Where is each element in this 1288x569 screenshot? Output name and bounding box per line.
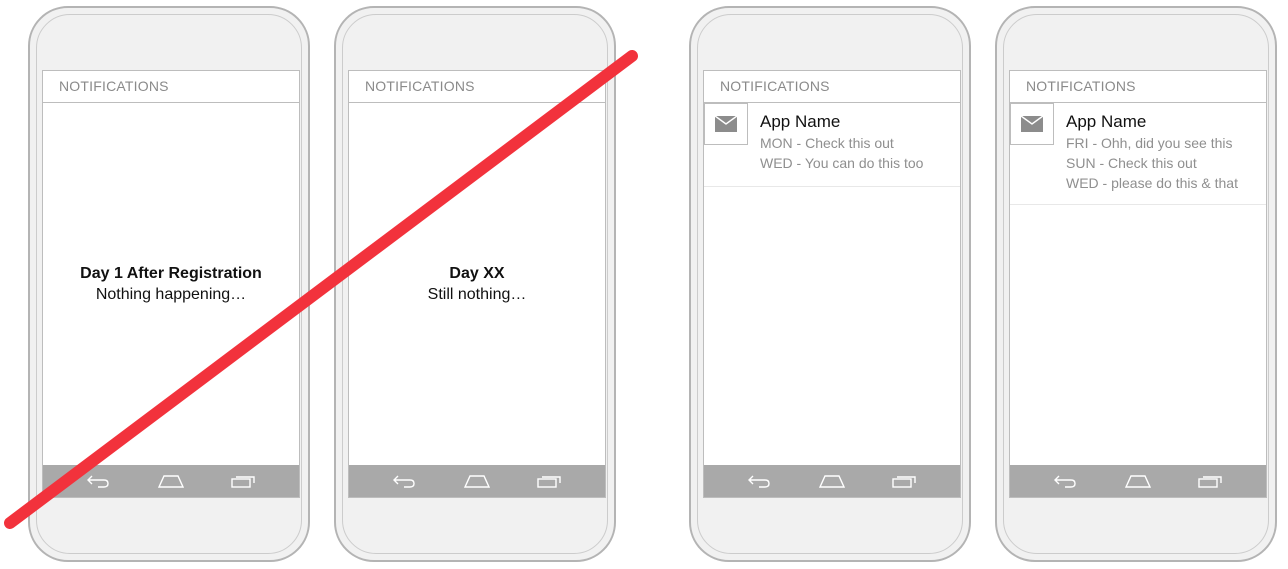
phone-notification-three: NOTIFICATIONS App Name FRI - Ohh, did yo… — [995, 6, 1277, 562]
back-icon[interactable] — [86, 474, 111, 488]
recent-apps-icon[interactable] — [537, 474, 562, 488]
notification-line: FRI - Ohh, did you see this — [1066, 135, 1233, 151]
notifications-header: NOTIFICATIONS — [1010, 71, 1266, 103]
notification-line: MON - Check this out — [760, 135, 894, 151]
phone-day-1: NOTIFICATIONS Day 1 After Registration N… — [28, 6, 310, 562]
notification-app-name: App Name — [1066, 112, 1147, 131]
empty-state-body: Still nothing… — [427, 286, 527, 303]
notification-item[interactable]: App Name FRI - Ohh, did you see this SUN… — [1010, 103, 1266, 205]
empty-state-title: Day XX — [449, 265, 505, 282]
empty-state-title: Day 1 After Registration — [80, 265, 262, 282]
empty-state-body: Nothing happening… — [95, 286, 247, 303]
phone-screen: NOTIFICATIONS Day XX Still nothing… — [348, 70, 606, 498]
notification-content: App Name FRI - Ohh, did you see this SUN… — [1066, 111, 1238, 193]
envelope-icon — [1010, 103, 1054, 145]
notification-app-name: App Name — [760, 112, 841, 131]
home-icon[interactable] — [463, 474, 490, 488]
envelope-icon — [704, 103, 748, 145]
phone-screen: NOTIFICATIONS App Name FRI - Ohh, did yo… — [1009, 70, 1267, 498]
empty-state-message: Day 1 After Registration Nothing happeni… — [43, 263, 299, 305]
home-icon[interactable] — [157, 474, 184, 488]
home-icon[interactable] — [818, 474, 845, 488]
recent-apps-icon[interactable] — [892, 474, 917, 488]
notification-line: SUN - Check this out — [1066, 155, 1197, 171]
back-icon[interactable] — [392, 474, 417, 488]
back-icon[interactable] — [747, 474, 772, 488]
notification-item[interactable]: App Name MON - Check this out WED - You … — [704, 103, 960, 187]
home-icon[interactable] — [1124, 474, 1151, 488]
back-icon[interactable] — [1053, 474, 1078, 488]
notifications-header: NOTIFICATIONS — [349, 71, 605, 103]
nav-bar — [704, 465, 960, 497]
nav-bar — [1010, 465, 1266, 497]
phone-screen: NOTIFICATIONS Day 1 After Registration N… — [42, 70, 300, 498]
notification-content: App Name MON - Check this out WED - You … — [760, 111, 923, 173]
notification-line: WED - You can do this too — [760, 155, 924, 171]
phone-day-xx: NOTIFICATIONS Day XX Still nothing… — [334, 6, 616, 562]
recent-apps-icon[interactable] — [1198, 474, 1223, 488]
recent-apps-icon[interactable] — [231, 474, 256, 488]
notifications-header: NOTIFICATIONS — [43, 71, 299, 103]
empty-state-message: Day XX Still nothing… — [349, 263, 605, 305]
notification-line: WED - please do this & that — [1066, 175, 1238, 191]
notifications-header: NOTIFICATIONS — [704, 71, 960, 103]
nav-bar — [349, 465, 605, 497]
nav-bar — [43, 465, 299, 497]
phone-notification-two: NOTIFICATIONS App Name MON - Check this … — [689, 6, 971, 562]
phone-screen: NOTIFICATIONS App Name MON - Check this … — [703, 70, 961, 498]
